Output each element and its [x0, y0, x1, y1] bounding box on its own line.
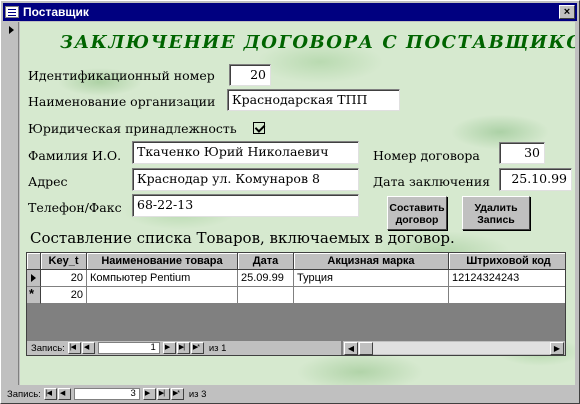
last-record-button[interactable]: ▶|	[176, 342, 190, 354]
prev-record-icon: ◀	[83, 344, 89, 351]
cell-name[interactable]: Компьютер Pentium	[87, 270, 238, 287]
contract-date-field[interactable]: 25.10.99	[499, 168, 572, 191]
delete-record-button[interactable]: Удалить Запись	[462, 196, 530, 230]
make-contract-label-2: договор	[395, 214, 439, 226]
horizontal-scrollbar[interactable]: ◀ ▶	[343, 341, 565, 355]
cell-barcode[interactable]: 12124324243	[449, 270, 565, 287]
scroll-thumb[interactable]	[359, 342, 373, 355]
new-cell-barcode[interactable]	[449, 287, 565, 304]
prev-record-icon: ◀	[59, 390, 65, 397]
main-nav-label: Запись:	[7, 388, 41, 400]
new-record-button[interactable]: ▶*	[190, 342, 204, 354]
delete-record-label-1: Удалить	[474, 202, 518, 214]
supplier-form: ЗАКЛЮЧЕНИЕ ДОГОВОРА С ПОСТАВЩИКОМ Иденти…	[20, 22, 575, 385]
fio-label: Фамилия И.О.	[28, 148, 122, 163]
sub-nav-label: Запись:	[31, 342, 65, 354]
new-cell-excise[interactable]	[294, 287, 449, 304]
last-record-icon: ▶|	[178, 344, 185, 351]
goods-subform: Key_t Наименование товара Дата Акцизная …	[26, 252, 566, 356]
new-cell-date[interactable]	[238, 287, 294, 304]
new-record-icon: ▶*	[192, 344, 200, 351]
main-next-record-button[interactable]: ▶	[142, 388, 156, 400]
cell-date[interactable]: 25.09.99	[238, 270, 294, 287]
scroll-right-icon[interactable]: ▶	[550, 342, 564, 355]
legal-checkbox[interactable]	[253, 122, 265, 134]
main-record-number[interactable]: 3	[73, 388, 140, 400]
title-bar[interactable]: Поставщик ×	[3, 3, 577, 21]
org-label: Наименование организации	[28, 94, 216, 109]
scroll-left-icon[interactable]: ◀	[344, 342, 358, 355]
contract-no-label: Номер договора	[373, 148, 480, 163]
subform-navigation: Запись: |◀ ◀ 1 ▶ ▶| ▶* из 1	[27, 341, 341, 355]
col-excise[interactable]: Акцизная марка	[294, 253, 449, 270]
new-cell-key[interactable]: 20	[41, 287, 87, 304]
new-row-icon: *	[29, 287, 35, 301]
new-table-row[interactable]: * 20	[27, 287, 565, 304]
sub-nav-total: из 1	[208, 342, 227, 354]
new-cell-name[interactable]	[87, 287, 238, 304]
current-record-icon	[9, 26, 14, 34]
row-selector[interactable]	[27, 270, 41, 287]
main-prev-record-button[interactable]: ◀	[57, 388, 71, 400]
col-barcode[interactable]: Штриховой код	[449, 253, 565, 270]
current-row-icon	[31, 274, 36, 282]
form-icon	[5, 6, 19, 18]
new-record-icon: ▶*	[172, 390, 180, 397]
fio-field[interactable]: Ткаченко Юрий Николаевич	[132, 141, 359, 164]
address-label: Адрес	[28, 174, 68, 189]
main-nav-total: из 3	[188, 388, 207, 400]
next-record-icon: ▶	[164, 344, 170, 351]
address-field[interactable]: Краснодар ул. Комунаров 8	[132, 168, 359, 191]
contract-date-label: Дата заключения	[373, 174, 491, 189]
col-name[interactable]: Наименование товара	[87, 253, 238, 270]
phone-field[interactable]: 68-22-13	[132, 194, 359, 217]
close-button[interactable]: ×	[559, 5, 575, 19]
window-title: Поставщик	[23, 5, 89, 19]
header-corner[interactable]	[27, 253, 41, 270]
main-first-record-button[interactable]: |◀	[43, 388, 57, 400]
delete-record-label-2: Запись	[477, 214, 515, 226]
record-selector[interactable]	[5, 22, 19, 385]
make-contract-label-1: Составить	[389, 202, 445, 214]
phone-label: Телефон/Факс	[28, 200, 122, 215]
next-record-button[interactable]: ▶	[162, 342, 176, 354]
main-new-record-button[interactable]: ▶*	[170, 388, 184, 400]
supplier-window: Поставщик × ЗАКЛЮЧЕНИЕ ДОГОВОРА С ПОСТАВ…	[0, 0, 580, 404]
first-record-button[interactable]: |◀	[67, 342, 81, 354]
first-record-icon: |◀	[45, 390, 52, 397]
org-field[interactable]: Краснодарская ТПП	[227, 89, 400, 111]
goods-header-row: Key_t Наименование товара Дата Акцизная …	[27, 253, 565, 270]
make-contract-button[interactable]: Составить договор	[387, 196, 447, 230]
col-key[interactable]: Key_t	[41, 253, 87, 270]
new-row-selector[interactable]: *	[27, 287, 41, 304]
next-record-icon: ▶	[144, 390, 150, 397]
contract-no-field[interactable]: 30	[499, 142, 545, 164]
table-row[interactable]: 20 Компьютер Pentium 25.09.99 Турция 121…	[27, 270, 565, 287]
sub-record-number[interactable]: 1	[97, 342, 160, 354]
legal-label: Юридическая принадлежность	[28, 121, 237, 136]
col-date[interactable]: Дата	[238, 253, 294, 270]
first-record-icon: |◀	[69, 344, 76, 351]
cell-excise[interactable]: Турция	[294, 270, 449, 287]
main-last-record-button[interactable]: ▶|	[156, 388, 170, 400]
main-navigation: Запись: |◀ ◀ 3 ▶ ▶| ▶* из 3	[5, 387, 305, 401]
id-label: Идентификационный номер	[28, 68, 215, 83]
cell-key[interactable]: 20	[41, 270, 87, 287]
id-field[interactable]: 20	[229, 64, 271, 86]
form-heading: ЗАКЛЮЧЕНИЕ ДОГОВОРА С ПОСТАВЩИКОМ	[60, 32, 575, 53]
prev-record-button[interactable]: ◀	[81, 342, 95, 354]
last-record-icon: ▶|	[158, 390, 165, 397]
goods-heading: Составление списка Товаров, включаемых в…	[30, 229, 455, 247]
